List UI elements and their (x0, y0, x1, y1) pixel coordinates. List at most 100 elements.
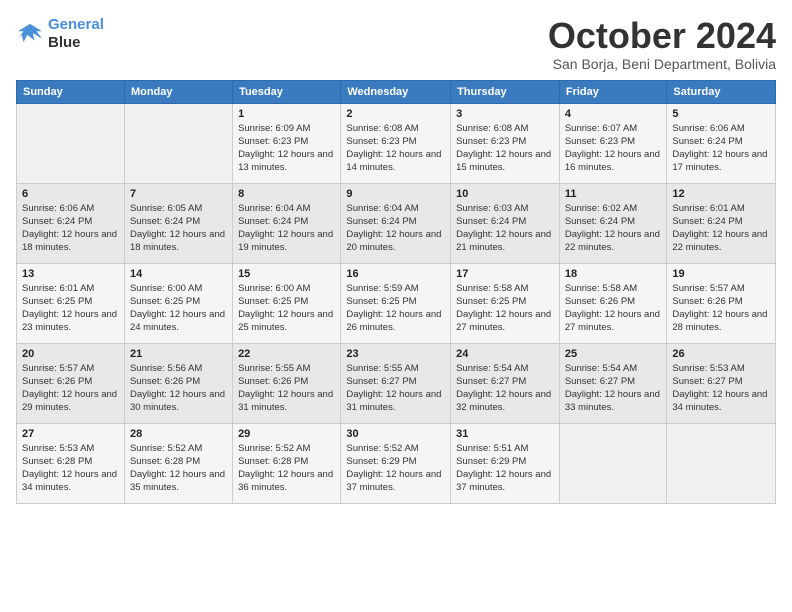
day-number: 27 (22, 428, 119, 440)
week-row-1: 1Sunrise: 6:09 AMSunset: 6:23 PMDaylight… (17, 103, 776, 183)
day-cell: 11 Sunrise: 6:02 AMSunset: 6:24 PMDayligh… (559, 183, 667, 263)
day-number: 8 (238, 188, 335, 200)
day-number: 3 (456, 108, 554, 120)
header: GeneralBlue October 2024 San Borja, Beni… (16, 16, 776, 72)
day-cell: 8 Sunrise: 6:04 AMSunset: 6:24 PMDaylight… (233, 183, 341, 263)
day-cell: 5 Sunrise: 6:06 AMSunset: 6:24 PMDaylight… (667, 103, 776, 183)
header-saturday: Saturday (667, 80, 776, 103)
day-cell: 21 Sunrise: 5:56 AMSunset: 6:26 PMDayligh… (124, 343, 232, 423)
day-info: Sunrise: 5:55 AMSunset: 6:27 PMDaylight:… (346, 362, 445, 415)
day-number: 29 (238, 428, 335, 440)
day-info: Sunrise: 5:56 AMSunset: 6:26 PMDaylight:… (130, 362, 227, 415)
logo-text: GeneralBlue (48, 16, 104, 52)
day-info: Sunrise: 5:57 AMSunset: 6:26 PMDaylight:… (672, 282, 770, 335)
day-cell: 20 Sunrise: 5:57 AMSunset: 6:26 PMDayligh… (17, 343, 125, 423)
header-wednesday: Wednesday (341, 80, 451, 103)
day-cell: 13 Sunrise: 6:01 AMSunset: 6:25 PMDayligh… (17, 263, 125, 343)
day-cell: 30 Sunrise: 5:52 AMSunset: 6:29 PMDayligh… (341, 423, 451, 503)
day-cell: 22 Sunrise: 5:55 AMSunset: 6:26 PMDayligh… (233, 343, 341, 423)
day-cell: 4Sunrise: 6:07 AMSunset: 6:23 PMDaylight… (559, 103, 667, 183)
day-number: 10 (456, 188, 554, 200)
day-info: Sunrise: 5:52 AMSunset: 6:28 PMDaylight:… (130, 442, 227, 495)
day-number: 13 (22, 268, 119, 280)
day-number: 24 (456, 348, 554, 360)
day-number: 11 (565, 188, 662, 200)
day-cell: 16 Sunrise: 5:59 AMSunset: 6:25 PMDayligh… (341, 263, 451, 343)
day-number: 28 (130, 428, 227, 440)
day-cell: 6 Sunrise: 6:06 AMSunset: 6:24 PMDaylight… (17, 183, 125, 263)
day-info: Sunrise: 5:58 AMSunset: 6:25 PMDaylight:… (456, 282, 554, 335)
day-number: 15 (238, 268, 335, 280)
day-info: Sunrise: 6:08 AMSunset: 6:23 PMDaylight:… (346, 122, 445, 175)
day-info: Sunrise: 6:06 AMSunset: 6:24 PMDaylight:… (672, 122, 770, 175)
day-info: Sunrise: 6:02 AMSunset: 6:24 PMDaylight:… (565, 202, 662, 255)
day-cell: 29 Sunrise: 5:52 AMSunset: 6:28 PMDayligh… (233, 423, 341, 503)
day-number: 5 (672, 108, 770, 120)
logo: GeneralBlue (16, 16, 104, 52)
day-cell: 7 Sunrise: 6:05 AMSunset: 6:24 PMDaylight… (124, 183, 232, 263)
day-number: 25 (565, 348, 662, 360)
day-info: Sunrise: 6:04 AMSunset: 6:24 PMDaylight:… (346, 202, 445, 255)
day-number: 30 (346, 428, 445, 440)
day-number: 21 (130, 348, 227, 360)
day-info: Sunrise: 6:06 AMSunset: 6:24 PMDaylight:… (22, 202, 119, 255)
logo-bird-icon (16, 22, 44, 46)
day-info: Sunrise: 6:05 AMSunset: 6:24 PMDaylight:… (130, 202, 227, 255)
day-info: Sunrise: 5:53 AMSunset: 6:27 PMDaylight:… (672, 362, 770, 415)
day-number: 6 (22, 188, 119, 200)
day-cell: 31 Sunrise: 5:51 AMSunset: 6:29 PMDayligh… (451, 423, 560, 503)
day-cell: 14 Sunrise: 6:00 AMSunset: 6:25 PMDayligh… (124, 263, 232, 343)
day-info: Sunrise: 6:03 AMSunset: 6:24 PMDaylight:… (456, 202, 554, 255)
day-cell: 1Sunrise: 6:09 AMSunset: 6:23 PMDaylight… (233, 103, 341, 183)
day-info: Sunrise: 6:00 AMSunset: 6:25 PMDaylight:… (130, 282, 227, 335)
day-cell: 19Sunrise: 5:57 AMSunset: 6:26 PMDayligh… (667, 263, 776, 343)
day-cell: 18Sunrise: 5:58 AMSunset: 6:26 PMDayligh… (559, 263, 667, 343)
day-number: 26 (672, 348, 770, 360)
header-sunday: Sunday (17, 80, 125, 103)
day-number: 1 (238, 108, 335, 120)
day-number: 22 (238, 348, 335, 360)
day-info: Sunrise: 6:08 AMSunset: 6:23 PMDaylight:… (456, 122, 554, 175)
subtitle: San Borja, Beni Department, Bolivia (548, 56, 776, 72)
day-number: 12 (672, 188, 770, 200)
day-info: Sunrise: 5:59 AMSunset: 6:25 PMDaylight:… (346, 282, 445, 335)
week-row-5: 27 Sunrise: 5:53 AMSunset: 6:28 PMDayligh… (17, 423, 776, 503)
day-number: 18 (565, 268, 662, 280)
day-info: Sunrise: 5:51 AMSunset: 6:29 PMDaylight:… (456, 442, 554, 495)
day-info: Sunrise: 5:54 AMSunset: 6:27 PMDaylight:… (456, 362, 554, 415)
header-friday: Friday (559, 80, 667, 103)
day-number: 7 (130, 188, 227, 200)
day-info: Sunrise: 5:52 AMSunset: 6:29 PMDaylight:… (346, 442, 445, 495)
header-thursday: Thursday (451, 80, 560, 103)
day-number: 16 (346, 268, 445, 280)
month-title: October 2024 (548, 16, 776, 56)
day-number: 20 (22, 348, 119, 360)
day-number: 14 (130, 268, 227, 280)
day-info: Sunrise: 5:57 AMSunset: 6:26 PMDaylight:… (22, 362, 119, 415)
day-info: Sunrise: 5:52 AMSunset: 6:28 PMDaylight:… (238, 442, 335, 495)
day-info: Sunrise: 5:53 AMSunset: 6:28 PMDaylight:… (22, 442, 119, 495)
day-info: Sunrise: 6:04 AMSunset: 6:24 PMDaylight:… (238, 202, 335, 255)
day-cell: 15 Sunrise: 6:00 AMSunset: 6:25 PMDayligh… (233, 263, 341, 343)
day-cell: 12Sunrise: 6:01 AMSunset: 6:24 PMDayligh… (667, 183, 776, 263)
day-cell (124, 103, 232, 183)
day-cell: 2 Sunrise: 6:08 AMSunset: 6:23 PMDaylight… (341, 103, 451, 183)
day-info: Sunrise: 5:54 AMSunset: 6:27 PMDaylight:… (565, 362, 662, 415)
week-row-4: 20 Sunrise: 5:57 AMSunset: 6:26 PMDayligh… (17, 343, 776, 423)
day-info: Sunrise: 6:00 AMSunset: 6:25 PMDaylight:… (238, 282, 335, 335)
day-info: Sunrise: 6:01 AMSunset: 6:25 PMDaylight:… (22, 282, 119, 335)
header-monday: Monday (124, 80, 232, 103)
day-cell: 24 Sunrise: 5:54 AMSunset: 6:27 PMDayligh… (451, 343, 560, 423)
title-section: October 2024 San Borja, Beni Department,… (548, 16, 776, 72)
day-number: 31 (456, 428, 554, 440)
day-cell: 17Sunrise: 5:58 AMSunset: 6:25 PMDayligh… (451, 263, 560, 343)
calendar-table: SundayMondayTuesdayWednesdayThursdayFrid… (16, 80, 776, 504)
day-cell (559, 423, 667, 503)
header-tuesday: Tuesday (233, 80, 341, 103)
day-number: 2 (346, 108, 445, 120)
day-cell: 9 Sunrise: 6:04 AMSunset: 6:24 PMDaylight… (341, 183, 451, 263)
day-info: Sunrise: 5:55 AMSunset: 6:26 PMDaylight:… (238, 362, 335, 415)
day-cell (667, 423, 776, 503)
day-number: 9 (346, 188, 445, 200)
day-cell (17, 103, 125, 183)
